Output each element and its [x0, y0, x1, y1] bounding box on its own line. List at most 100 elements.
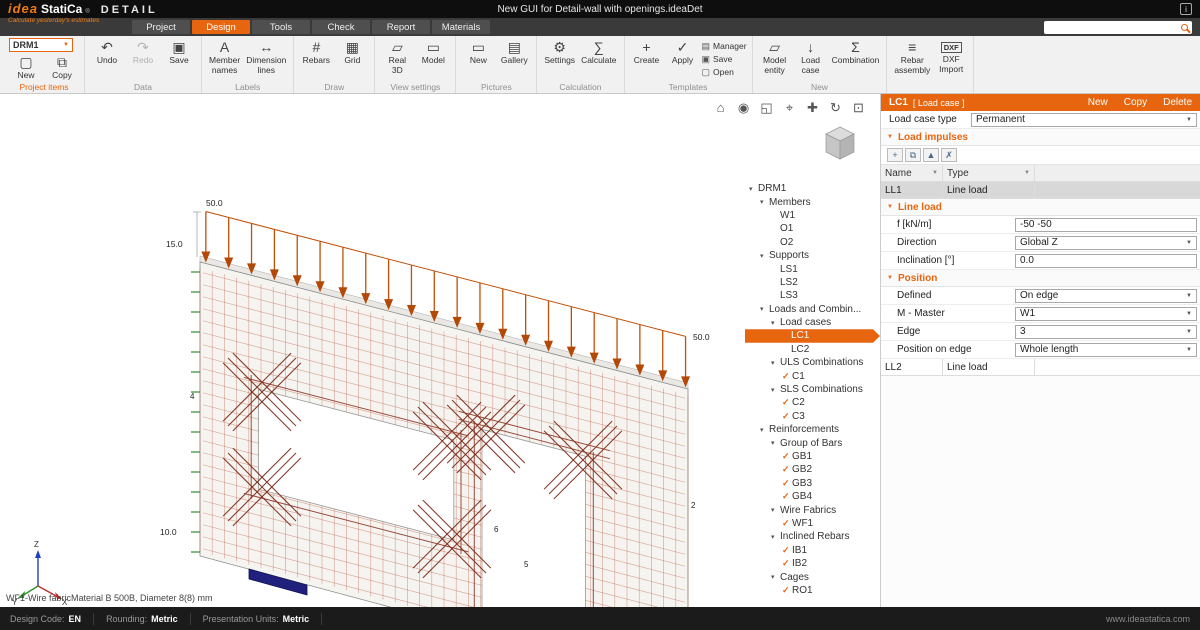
- check-icon[interactable]: ✓: [782, 491, 792, 502]
- search-icon[interactable]: [1181, 24, 1188, 31]
- tree-item-wire-fabrics[interactable]: ▾ ✓ Wire Fabrics: [745, 503, 880, 516]
- position-on-edge-select[interactable]: Whole length▼: [1015, 343, 1197, 357]
- tree-item-gb4[interactable]: ▾ ✓ GB4: [745, 490, 880, 503]
- expand-icon[interactable]: ▾: [760, 426, 769, 434]
- copy-impulse-button[interactable]: ⧉: [905, 148, 921, 162]
- tree-item-c3[interactable]: ▾ ✓ C3: [745, 410, 880, 423]
- tree-item-gb3[interactable]: ▾ ✓ GB3: [745, 477, 880, 490]
- tree-item-ro1[interactable]: ▾ ✓ RO1: [745, 584, 880, 597]
- tree-item-uls-combinations[interactable]: ▾ ✓ ULS Combinations: [745, 356, 880, 369]
- new-button[interactable]: New: [1088, 97, 1108, 108]
- tree-item-o1[interactable]: ▾ ✓ O1: [745, 222, 880, 235]
- tree-item-group-of-bars[interactable]: ▾ ✓ Group of Bars: [745, 436, 880, 449]
- calc-settings-button[interactable]: ⚙ Settings: [542, 38, 577, 67]
- pan-button[interactable]: ✚: [805, 100, 820, 115]
- delete-impulse-button[interactable]: ✗: [941, 148, 957, 162]
- create-template-button[interactable]: + Create: [630, 38, 664, 67]
- inclination-input[interactable]: 0.0: [1015, 254, 1197, 268]
- load-case-type-select[interactable]: Permanent▼: [971, 113, 1197, 127]
- add-impulse-button[interactable]: +: [887, 148, 903, 162]
- tab-report[interactable]: Report: [372, 20, 430, 34]
- nav-cube[interactable]: [822, 124, 858, 164]
- expand-icon[interactable]: ▾: [771, 359, 780, 367]
- expand-icon[interactable]: ▾: [749, 185, 758, 193]
- check-icon[interactable]: ✓: [782, 464, 792, 475]
- perspective-button[interactable]: ◉: [736, 100, 751, 115]
- defined-select[interactable]: On edge▼: [1015, 289, 1197, 303]
- tree-item-sls-combinations[interactable]: ▾ ✓ SLS Combinations: [745, 383, 880, 396]
- rotate-button[interactable]: ↻: [828, 100, 843, 115]
- section-line-load[interactable]: ▼ Line load: [881, 199, 1200, 216]
- info-icon[interactable]: i: [1180, 3, 1192, 15]
- tree-item-ls1[interactable]: ▾ ✓ LS1: [745, 262, 880, 275]
- rebars-button[interactable]: # Rebars: [299, 38, 333, 67]
- f-value-input[interactable]: -50 -50: [1015, 218, 1197, 232]
- new-project-item-button[interactable]: ▢ New: [9, 53, 43, 82]
- new-picture-button[interactable]: ▭ New: [461, 38, 495, 67]
- calculate-button[interactable]: ∑ Calculate: [579, 38, 618, 67]
- tree-item-ib2[interactable]: ▾ ✓ IB2: [745, 557, 880, 570]
- expand-icon[interactable]: ▾: [771, 506, 780, 514]
- model-entity-button[interactable]: ▱ Model entity: [758, 38, 792, 76]
- wall-model-canvas[interactable]: 50.0 50.0 15.0 10.0 4 6 5 2 1 3 Z: [0, 94, 745, 607]
- copy-button[interactable]: Copy: [1124, 97, 1147, 108]
- tree-item-load-cases[interactable]: ▾ ✓ Load cases: [745, 316, 880, 329]
- check-icon[interactable]: ✓: [782, 545, 792, 556]
- new-combination-button[interactable]: Σ Combination: [830, 38, 882, 67]
- tree-item-ib1[interactable]: ▾ ✓ IB1: [745, 544, 880, 557]
- tree-item-members[interactable]: ▾ ✓ Members: [745, 195, 880, 208]
- tree-item-inclined-rebars[interactable]: ▾ ✓ Inclined Rebars: [745, 530, 880, 543]
- delete-button[interactable]: Delete: [1163, 97, 1192, 108]
- redo-button[interactable]: ↷ Redo: [126, 38, 160, 67]
- direction-select[interactable]: Global Z▼: [1015, 236, 1197, 250]
- tree-item-wf1[interactable]: ▾ ✓ WF1: [745, 517, 880, 530]
- check-icon[interactable]: ✓: [782, 585, 792, 596]
- tree-item-reinforcements[interactable]: ▾ ✓ Reinforcements: [745, 423, 880, 436]
- edge-select[interactable]: 3▼: [1015, 325, 1197, 339]
- dxf-import-button[interactable]: DXF DXF Import: [934, 38, 968, 75]
- template-save-button[interactable]: ▣ Save: [702, 53, 747, 65]
- expand-icon[interactable]: ▾: [760, 305, 769, 313]
- expand-icon[interactable]: ▾: [771, 386, 780, 394]
- project-item-select[interactable]: DRM1▼: [9, 38, 73, 52]
- viewport-3d[interactable]: 50.0 50.0 15.0 10.0 4 6 5 2 1 3 Z: [0, 94, 745, 607]
- template-manager-button[interactable]: ▤ Manager: [702, 40, 747, 52]
- section-load-impulses[interactable]: ▼ Load impulses: [881, 129, 1200, 146]
- expand-icon[interactable]: ▾: [771, 439, 780, 447]
- template-open-button[interactable]: ▢ Open: [702, 66, 747, 78]
- tree-item-lc2[interactable]: ▾ ✓ LC2: [745, 343, 880, 356]
- tree-item-supports[interactable]: ▾ ✓ Supports: [745, 249, 880, 262]
- impulse-row-ll1[interactable]: LL1 Line load: [881, 182, 1200, 199]
- filter-icon[interactable]: ▼: [932, 170, 938, 176]
- check-icon[interactable]: ✓: [782, 478, 792, 489]
- tree-item-w1[interactable]: ▾ ✓ W1: [745, 209, 880, 222]
- check-icon[interactable]: ✓: [782, 558, 792, 569]
- zoom-window-button[interactable]: ◱: [759, 100, 774, 115]
- tree-item-ls2[interactable]: ▾ ✓ LS2: [745, 276, 880, 289]
- zoom-button[interactable]: ⌖: [782, 100, 797, 115]
- master-select[interactable]: W1▼: [1015, 307, 1197, 321]
- check-icon[interactable]: ✓: [782, 451, 792, 462]
- check-icon[interactable]: ✓: [782, 411, 792, 422]
- tree-item-c1[interactable]: ▾ ✓ C1: [745, 369, 880, 382]
- tree-item-o2[interactable]: ▾ ✓ O2: [745, 236, 880, 249]
- expand-icon[interactable]: ▾: [771, 319, 780, 327]
- impulse-row-ll2[interactable]: LL2 Line load: [881, 359, 1200, 376]
- new-load-case-button[interactable]: ↓ Load case: [794, 38, 828, 76]
- expand-icon[interactable]: ▾: [760, 252, 769, 260]
- undo-button[interactable]: ↶ Undo: [90, 38, 124, 67]
- tree-item-c2[interactable]: ▾ ✓ C2: [745, 396, 880, 409]
- copy-project-item-button[interactable]: ⧉ Copy: [45, 53, 79, 82]
- tab-materials[interactable]: Materials: [432, 20, 490, 34]
- home-view-button[interactable]: ⌂: [713, 100, 728, 115]
- model-view-button[interactable]: ▭ Model: [416, 38, 450, 67]
- apply-template-button[interactable]: ✓ Apply: [666, 38, 700, 67]
- tree-item-cages[interactable]: ▾ ✓ Cages: [745, 570, 880, 583]
- save-button[interactable]: ▣ Save: [162, 38, 196, 67]
- expand-icon[interactable]: ▾: [760, 198, 769, 206]
- grid-button[interactable]: ▦ Grid: [335, 38, 369, 67]
- check-icon[interactable]: ✓: [782, 397, 792, 408]
- website-link[interactable]: www.ideastatica.com: [1106, 614, 1190, 624]
- gallery-button[interactable]: ▤ Gallery: [497, 38, 531, 67]
- check-icon[interactable]: ✓: [782, 518, 792, 529]
